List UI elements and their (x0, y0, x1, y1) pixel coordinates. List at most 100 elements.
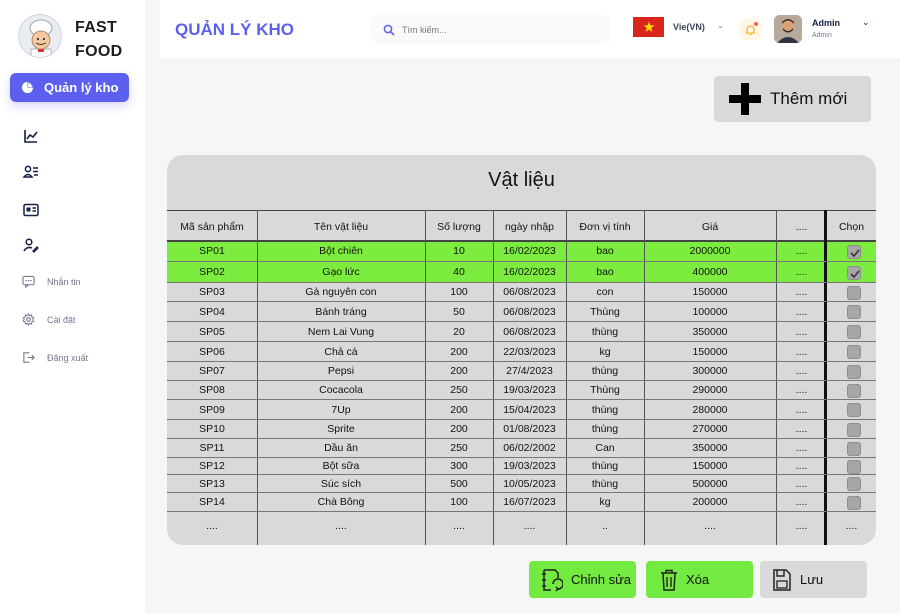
table-row[interactable]: SP14 Chà Bông 100 16/07/2023 kg 200000.... (167, 493, 876, 512)
table-cell-unit: thùng (591, 326, 619, 338)
user-menu-chevron-icon[interactable]: ⌄ (862, 17, 870, 28)
sidebar-item-settings[interactable]: Cài đặt (22, 313, 76, 326)
table-cell-price: 350000 (692, 326, 728, 338)
table-cell-code: SP11 (199, 442, 225, 454)
table-header-cell: .... (795, 221, 808, 233)
table-cell-date: 16/07/2023 (503, 496, 556, 508)
notification-dot (754, 22, 758, 26)
sidebar-item-messages[interactable]: Nhắn tin (22, 275, 81, 288)
table-row[interactable]: SP03 Gà nguyên con 100 06/08/2023 con 150000.… (167, 283, 876, 302)
sidebar-item-logout[interactable]: Đăng xuất (22, 351, 88, 364)
table-row[interactable]: SP01 Bột chiên 10 16/02/2023 bao 2000000.... (167, 241, 876, 262)
table-cell-name: Bột chiên (319, 245, 363, 257)
trash-icon (661, 569, 677, 591)
table-cell-qty: 250 (450, 384, 468, 396)
add-new-button[interactable]: Thêm mới (714, 76, 871, 122)
table-cell-unit: kg (599, 346, 611, 358)
table-top-border (167, 210, 876, 211)
table-row[interactable]: SP07 Pepsi 200 27/4/2023 thùng 300000.... (167, 362, 876, 381)
table-cell-more: .... (795, 365, 808, 377)
table-row[interactable]: SP13 Súc sích 500 10/05/2023 thùng 500000.... (167, 475, 876, 493)
table-cell-name: Chả cá (324, 346, 358, 358)
table-cell-date: 15/04/2023 (503, 404, 556, 416)
chef-logo-icon (18, 14, 62, 58)
table-row[interactable]: SP10 Sprite 200 01/08/2023 thùng 270000.... (167, 420, 876, 439)
table-title: Vật liệu (488, 169, 555, 191)
row-checkbox[interactable] (847, 365, 861, 379)
table-cell-qty: 200 (450, 423, 468, 435)
page-title: QUẢN LÝ KHO (175, 20, 294, 39)
table-row[interactable]: SP05 Nem Lai Vung 20 06/08/2023 thùng 350000.… (167, 322, 876, 342)
search-input[interactable] (402, 24, 592, 35)
row-checkbox[interactable] (847, 442, 861, 456)
table-cell-more: .... (795, 442, 808, 454)
save-button[interactable]: Lưu (760, 561, 867, 598)
table-cell-name: Bánh tráng (315, 306, 367, 318)
table-row[interactable]: SP12 Bột sữa 300 19/03/2023 thùng 150000.... (167, 458, 876, 475)
table-row[interactable]: SP02 Gạo lức 40 16/02/2023 bao 400000.... (167, 262, 876, 283)
notification-button[interactable] (740, 19, 761, 40)
table-cell-qty: 40 (453, 266, 465, 278)
edit-button[interactable]: Chỉnh sửa (529, 561, 636, 598)
row-checkbox[interactable] (847, 403, 861, 417)
table-cell-more: .... (795, 245, 808, 257)
delete-button[interactable]: Xóa (646, 561, 753, 598)
check-icon (850, 249, 860, 258)
table-cell-code: SP07 (199, 365, 225, 377)
id-card-icon[interactable] (22, 201, 40, 219)
row-checkbox[interactable] (847, 460, 861, 474)
table-cell-code: SP08 (199, 384, 225, 396)
table-row[interactable]: SP11 Dầu ăn 250 06/02/2002 Can 350000.... (167, 439, 876, 458)
search-icon (383, 24, 395, 36)
top-header: QUẢN LÝ KHO Vie(VN) ⌄ Admin Admin ⌄ (160, 0, 900, 58)
language-selector[interactable]: Vie(VN) (673, 22, 705, 32)
table-cell-code: SP09 (199, 404, 225, 416)
table-cell-name: .... (335, 520, 347, 532)
table-cell-name: Dầu ăn (324, 442, 358, 454)
row-checkbox[interactable] (847, 477, 861, 491)
table-cell-unit: bao (596, 245, 614, 257)
table-cell-name: 7Up (331, 404, 351, 416)
table-cell-unit: thùng (591, 478, 619, 490)
save-icon (773, 568, 791, 591)
sidebar-item-label: Cài đặt (47, 314, 76, 325)
chevron-down-icon[interactable]: ⌄ (717, 21, 724, 30)
table-cell-qty: 20 (453, 326, 465, 338)
table-cell-qty: 200 (450, 346, 468, 358)
table-cell-more: .... (795, 423, 808, 435)
table-cell-name: Cocacola (319, 384, 363, 396)
table-header-cell: Tên vật liệu (313, 221, 369, 233)
user-edit-icon[interactable] (22, 236, 40, 254)
vietnam-flag-icon[interactable] (633, 17, 664, 37)
user-list-icon[interactable] (22, 163, 40, 181)
table-row[interactable]: .............................. (167, 512, 876, 540)
table-cell-code: SP14 (199, 496, 225, 508)
row-checkbox[interactable] (847, 496, 861, 510)
table-row[interactable]: SP06 Chả cá 200 22/03/2023 kg 150000.... (167, 342, 876, 362)
sidebar-item-warehouse[interactable]: Quản lý kho (10, 73, 129, 102)
table-cell-name: Pepsi (327, 365, 355, 377)
table-cell-price: 150000 (692, 460, 728, 472)
pie-chart-icon (21, 81, 34, 94)
table-row[interactable]: SP04 Bánh tráng 50 06/08/2023 Thùng 100000...… (167, 302, 876, 322)
row-checkbox[interactable] (847, 266, 861, 280)
table-cell-unit: con (596, 286, 614, 298)
table-cell-name: Chà Bông (317, 496, 365, 508)
plus-icon (729, 83, 761, 115)
row-checkbox[interactable] (847, 325, 861, 339)
table-row[interactable]: SP08 Cocacola 250 19/03/2023 Thùng 290000.... (167, 381, 876, 400)
row-checkbox[interactable] (847, 305, 861, 319)
table-cell-qty: 200 (450, 365, 468, 377)
table-cell-code: SP06 (199, 346, 225, 358)
row-checkbox[interactable] (847, 384, 861, 398)
row-checkbox[interactable] (847, 286, 861, 300)
table-row[interactable]: SP09 7Up 200 15/04/2023 thùng 280000.... (167, 400, 876, 420)
row-checkbox[interactable] (847, 345, 861, 359)
search-box[interactable] (371, 15, 611, 44)
table-header-cell: Mã sản phẩm (180, 221, 244, 233)
avatar[interactable] (774, 15, 802, 43)
chart-line-icon[interactable] (22, 127, 40, 145)
check-icon (850, 270, 860, 279)
row-checkbox[interactable] (847, 245, 861, 259)
row-checkbox[interactable] (847, 423, 861, 437)
